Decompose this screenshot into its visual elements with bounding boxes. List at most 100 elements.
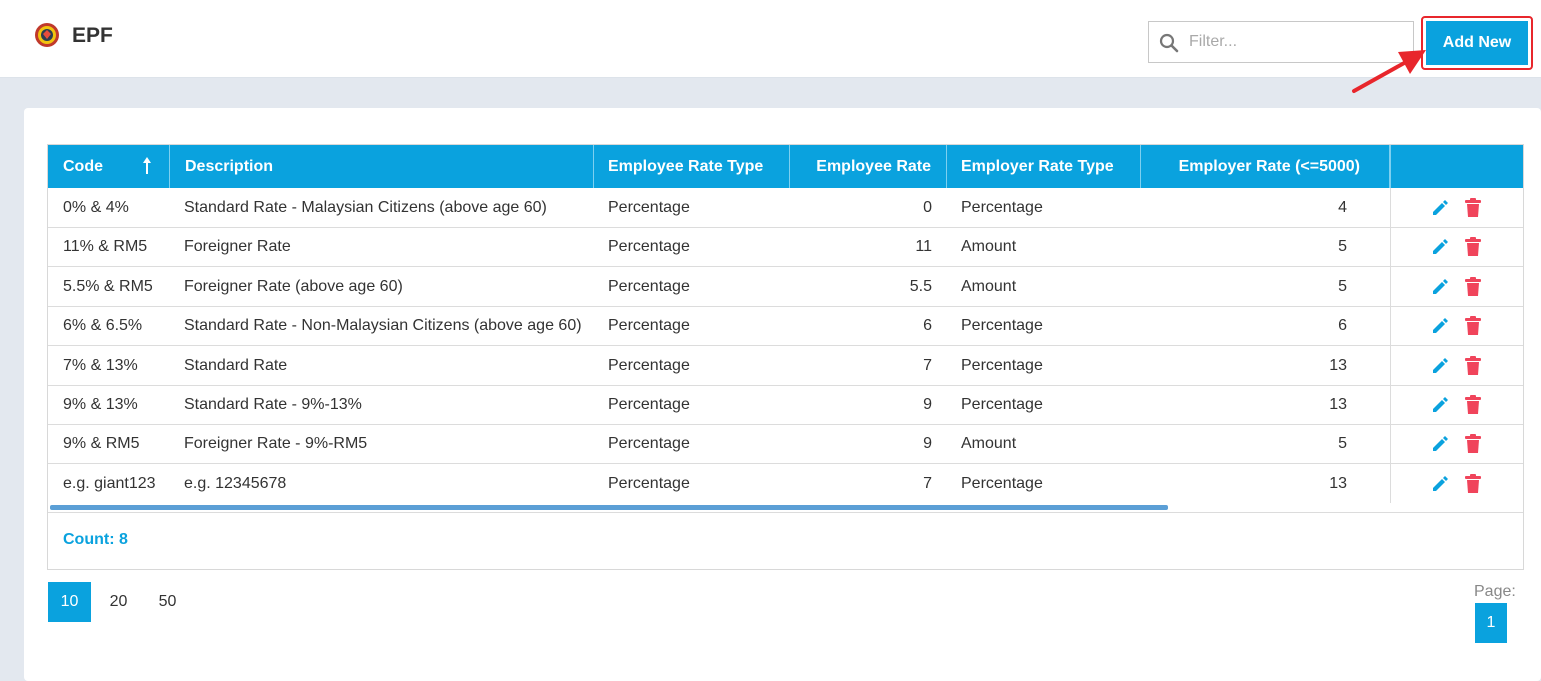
column-header-employee-rate-type[interactable]: Employee Rate Type — [594, 145, 790, 188]
column-header-employer-rate[interactable]: Employer Rate (<=5000) — [1141, 145, 1390, 188]
cell-code: 7% & 13% — [63, 356, 138, 374]
edit-icon[interactable] — [1431, 238, 1449, 256]
cell-employer-rate: 13 — [1329, 474, 1347, 492]
cell-employee-rate: 9 — [923, 396, 932, 413]
cell-description: Standard Rate - Malaysian Citizens (abov… — [184, 199, 547, 216]
table-row[interactable]: 6% & 6.5% Standard Rate - Non-Malaysian C… — [48, 306, 1523, 347]
column-header-actions — [1390, 145, 1523, 188]
cell-employee-rate-type: Percentage — [608, 356, 690, 374]
cell-employer-rate-type: Percentage — [961, 199, 1043, 216]
edit-icon[interactable] — [1431, 278, 1449, 296]
delete-icon[interactable] — [1465, 395, 1481, 414]
cell-employer-rate: 5 — [1338, 238, 1347, 256]
page-button-1[interactable]: 1 — [1475, 603, 1507, 643]
sort-ascending-icon[interactable] — [142, 157, 152, 175]
edit-icon[interactable] — [1431, 396, 1449, 414]
row-actions — [1390, 266, 1523, 306]
cell-description: Standard Rate - Non-Malaysian Citizens (… — [184, 317, 582, 335]
column-header-code[interactable]: Code — [48, 145, 170, 188]
edit-icon[interactable] — [1431, 199, 1449, 217]
cell-code: 9% & 13% — [63, 396, 138, 413]
cell-employer-rate: 13 — [1329, 356, 1347, 374]
cell-employee-rate: 9 — [923, 435, 932, 453]
table-row[interactable]: 5.5% & RM5 Foreigner Rate (above age 60) P… — [48, 266, 1523, 307]
cell-code: 0% & 4% — [63, 199, 129, 216]
cell-employee-rate-type: Percentage — [608, 317, 690, 335]
search-icon — [1159, 33, 1179, 53]
page-size-20[interactable]: 20 — [97, 582, 140, 622]
cell-employer-rate: 5 — [1338, 277, 1347, 295]
cell-employer-rate: 13 — [1329, 396, 1347, 413]
cell-employer-rate-type: Amount — [961, 435, 1017, 453]
row-actions — [1390, 385, 1523, 424]
cell-employer-rate-type: Percentage — [961, 396, 1043, 413]
cell-employee-rate: 6 — [923, 317, 932, 335]
cell-description: Standard Rate — [184, 356, 288, 374]
table-row[interactable]: 9% & RM5 Foreigner Rate - 9%-RM5 Percentag… — [48, 424, 1523, 465]
cell-employer-rate-type: Percentage — [961, 474, 1043, 492]
edit-icon[interactable] — [1431, 435, 1449, 453]
column-header-description[interactable]: Description — [170, 145, 594, 188]
cell-code: 9% & RM5 — [63, 435, 140, 453]
delete-icon[interactable] — [1465, 198, 1481, 217]
table-row[interactable]: 9% & 13% Standard Rate - 9%-13% Percentage… — [48, 385, 1523, 425]
cell-description: Foreigner Rate - 9%-RM5 — [184, 435, 368, 453]
cell-employee-rate-type: Percentage — [608, 199, 690, 216]
cell-employee-rate: 5.5 — [909, 277, 932, 295]
delete-icon[interactable] — [1465, 276, 1481, 296]
table-row[interactable]: 0% & 4% Standard Rate - Malaysian Citizen… — [48, 188, 1523, 228]
table-row[interactable]: 7% & 13% Standard Rate Percentage 7 Percenta… — [48, 345, 1523, 386]
cell-description: Foreigner Rate (above age 60) — [184, 277, 403, 295]
page-title: EPF — [72, 24, 113, 47]
row-count: Count: 8 — [63, 531, 128, 548]
cell-employee-rate-type: Percentage — [608, 396, 690, 413]
row-actions — [1390, 188, 1523, 227]
delete-icon[interactable] — [1465, 355, 1481, 375]
cell-description: Standard Rate - 9%-13% — [184, 396, 362, 413]
row-actions — [1390, 306, 1523, 346]
cell-employer-rate-type: Amount — [961, 277, 1017, 295]
logo-crest-icon — [35, 23, 59, 47]
column-header-employee-rate[interactable]: Employee Rate — [790, 145, 947, 188]
cell-employee-rate-type: Percentage — [608, 474, 690, 492]
cell-employee-rate-type: Percentage — [608, 277, 690, 295]
footer-divider — [48, 512, 1523, 513]
cell-description: Foreigner Rate — [184, 238, 291, 256]
column-header-employer-rate-type[interactable]: Employer Rate Type — [947, 145, 1141, 188]
add-new-button[interactable]: Add New — [1426, 21, 1528, 65]
horizontal-scrollbar[interactable] — [50, 505, 1168, 510]
edit-icon[interactable] — [1431, 357, 1449, 375]
delete-icon[interactable] — [1465, 473, 1481, 493]
table-header: Code Description Employee Rate Type Empl… — [48, 145, 1523, 188]
annotation-arrow-icon — [1352, 50, 1426, 93]
cell-code: e.g. giant123 — [63, 474, 156, 492]
cell-description: e.g. 12345678 — [184, 474, 287, 492]
table-row[interactable]: 11% & RM5 Foreigner Rate Percentage 11 Amoun… — [48, 227, 1523, 268]
epf-data-grid: Code Description Employee Rate Type Empl… — [47, 144, 1524, 570]
cell-code: 11% & RM5 — [63, 238, 148, 256]
row-actions — [1390, 424, 1523, 464]
cell-employee-rate: 0 — [923, 199, 932, 216]
edit-icon[interactable] — [1431, 475, 1449, 493]
cell-employee-rate-type: Percentage — [608, 238, 690, 256]
delete-icon[interactable] — [1465, 434, 1481, 454]
row-actions — [1390, 463, 1523, 503]
cell-code: 6% & 6.5% — [63, 317, 143, 335]
cell-employer-rate: 5 — [1338, 435, 1347, 453]
cell-employer-rate-type: Percentage — [961, 317, 1043, 335]
row-actions — [1390, 345, 1523, 385]
page-size-10[interactable]: 10 — [48, 582, 91, 622]
cell-employee-rate: 11 — [915, 238, 932, 256]
delete-icon[interactable] — [1465, 316, 1481, 336]
cell-employee-rate: 7 — [923, 356, 932, 374]
add-new-highlight: Add New — [1421, 16, 1533, 70]
cell-employee-rate-type: Percentage — [608, 435, 690, 453]
edit-icon[interactable] — [1431, 317, 1449, 335]
cell-employer-rate-type: Amount — [961, 238, 1017, 256]
page-size-50[interactable]: 50 — [146, 582, 189, 622]
table-row[interactable]: e.g. giant123 e.g. 12345678 Percentage 7 Per… — [48, 463, 1523, 504]
cell-employer-rate-type: Percentage — [961, 356, 1043, 374]
row-actions — [1390, 227, 1523, 267]
delete-icon[interactable] — [1465, 237, 1481, 257]
cell-employee-rate: 7 — [923, 474, 932, 492]
